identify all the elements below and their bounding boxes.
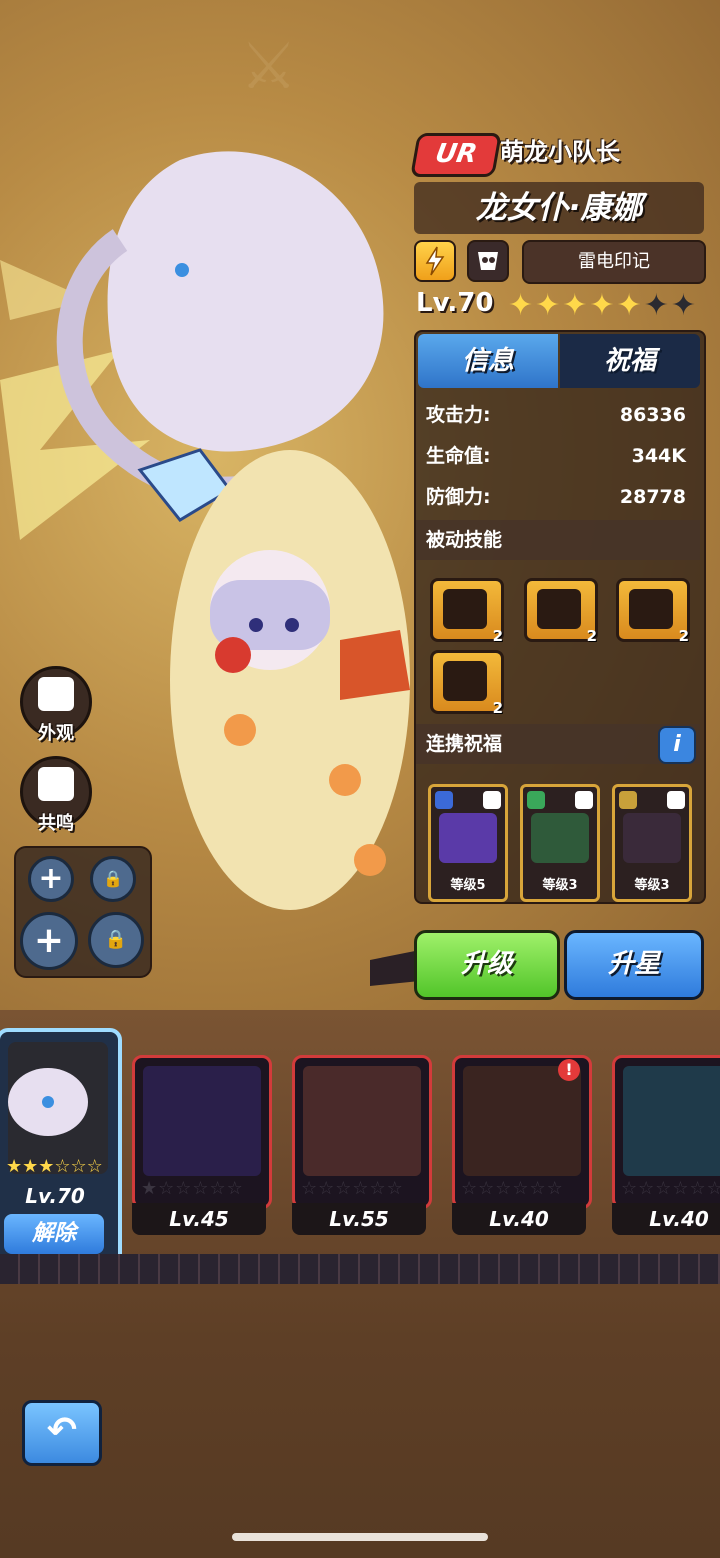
roster-stars: ★☆☆☆☆☆ [141,1178,244,1199]
roster-stars: ☆☆☆☆☆☆ [301,1178,404,1199]
rarity-badge: UR [410,133,502,177]
bond-level: 等级3 [542,878,578,893]
background-pattern: ⚔ [240,30,298,104]
skill-count: 2 [492,699,503,717]
handshake-icon [483,791,501,809]
roster-level: Lv.45 [132,1203,266,1235]
unequip-button[interactable]: 解除 [4,1214,104,1254]
skill-count: 2 [586,627,597,645]
appearance-label: 外观 [38,723,74,744]
element-icon [619,791,637,809]
passive-skills-header: 被动技能 [416,520,700,560]
element-icon [527,791,545,809]
roster-card[interactable]: ★☆☆☆☆☆ Lv.45 [132,1055,272,1235]
locked-slot[interactable]: 🔒 [88,912,144,968]
stat-value: 28778 [619,486,686,508]
card-frame: ☆☆☆☆☆☆ [612,1055,720,1209]
bond-card[interactable]: 等级3 [520,784,600,902]
bond-card[interactable]: 等级3 [612,784,692,902]
hero-star-rating: ✦✦✦✦✦✦✦ [508,288,698,323]
roster-card[interactable]: ☆☆☆☆☆☆ Lv.40 [612,1055,720,1235]
hero-name: 龙女仆·康娜 [475,190,643,226]
appearance-button[interactable]: 外观 [20,666,92,744]
horned-helmet-icon [443,661,487,701]
lightning-card-icon [443,589,487,629]
roster-portrait [303,1066,421,1176]
stat-row-defense: 防御力: 28778 [426,479,690,515]
skill-dragon-head[interactable]: 2 [616,578,690,645]
roster-card[interactable]: ☆☆☆☆☆☆ Lv.55 [292,1055,432,1235]
stat-value: 344K [631,445,686,467]
locked-slot[interactable]: 🔒 [90,856,136,902]
stat-label: 生命值: [426,445,491,467]
handshake-icon [575,791,593,809]
star-icon: ✦ [616,288,644,323]
roster-divider [0,1254,720,1284]
skill-storm[interactable]: 2 [524,578,598,645]
star-up-button[interactable]: 升星 [564,930,704,1000]
roster-portrait [463,1066,581,1176]
roster-card[interactable]: ☆☆☆☆☆☆ Lv.40 ! [452,1055,592,1235]
bond-portrait [623,813,681,863]
roster-portrait [143,1066,261,1176]
book-icon [38,767,74,801]
tab-info[interactable]: 信息 [418,334,558,388]
skill-horned-helmet[interactable]: 2 [430,650,504,717]
card-frame: ★☆☆☆☆☆ [132,1055,272,1209]
stat-label: 防御力: [426,486,491,508]
card-frame: ☆☆☆☆☆☆ [292,1055,432,1209]
roster-level: Lv.40 [612,1203,720,1235]
add-slot-button[interactable]: + [28,856,74,902]
roster-portrait [623,1066,720,1176]
bond-level: 等级3 [634,878,670,893]
roster-stars: ☆☆☆☆☆☆ [461,1178,564,1199]
stat-row-attack: 攻击力: 86336 [426,397,690,433]
dragon-head-icon [629,589,673,629]
resonance-button[interactable]: 共鸣 [20,756,92,834]
skill-lightning-card[interactable]: 2 [430,578,504,645]
bond-portrait [439,813,497,863]
stat-row-hp: 生命值: 344K [426,438,690,474]
hero-level: Lv.70 [416,288,494,318]
roster-level: Lv.55 [292,1203,426,1235]
bond-level: 等级5 [450,878,486,893]
stat-value: 86336 [619,404,686,426]
tab-blessing[interactable]: 祝福 [560,334,700,388]
roster-portrait [8,1042,108,1174]
lightning-element-icon[interactable] [414,240,456,282]
info-icon[interactable]: i [658,726,696,764]
bond-portrait [531,813,589,863]
skill-count: 2 [492,627,503,645]
faction-icon[interactable] [467,240,509,282]
roster-level: Lv.70 [25,1184,85,1208]
roster-level: Lv.40 [452,1203,586,1235]
add-slot-button[interactable]: + [20,912,78,970]
mark-label[interactable]: 雷电印记 [522,240,706,284]
storm-icon [537,589,581,629]
handshake-icon [667,791,685,809]
element-icon [435,791,453,809]
star-empty-icon: ✦✦ [643,288,698,323]
roster-stars: ☆☆☆☆☆☆ [621,1178,720,1199]
upgrade-button[interactable]: 升级 [414,930,560,1000]
roster-card-selected[interactable]: ★★★☆☆☆ Lv.70 解除 [0,1028,122,1274]
skill-count: 2 [678,627,689,645]
hero-title: 萌龙小队长 [500,138,620,166]
star-icon: ✦✦✦✦ [508,288,617,323]
back-button[interactable]: ↶ [22,1400,102,1466]
alert-badge: ! [558,1059,580,1081]
roster-stars: ★★★☆☆☆ [6,1156,103,1177]
bond-card[interactable]: 等级5 [428,784,508,902]
home-indicator[interactable] [232,1533,488,1541]
shirt-icon [38,677,74,711]
stat-label: 攻击力: [426,404,491,426]
resonance-label: 共鸣 [38,813,74,834]
